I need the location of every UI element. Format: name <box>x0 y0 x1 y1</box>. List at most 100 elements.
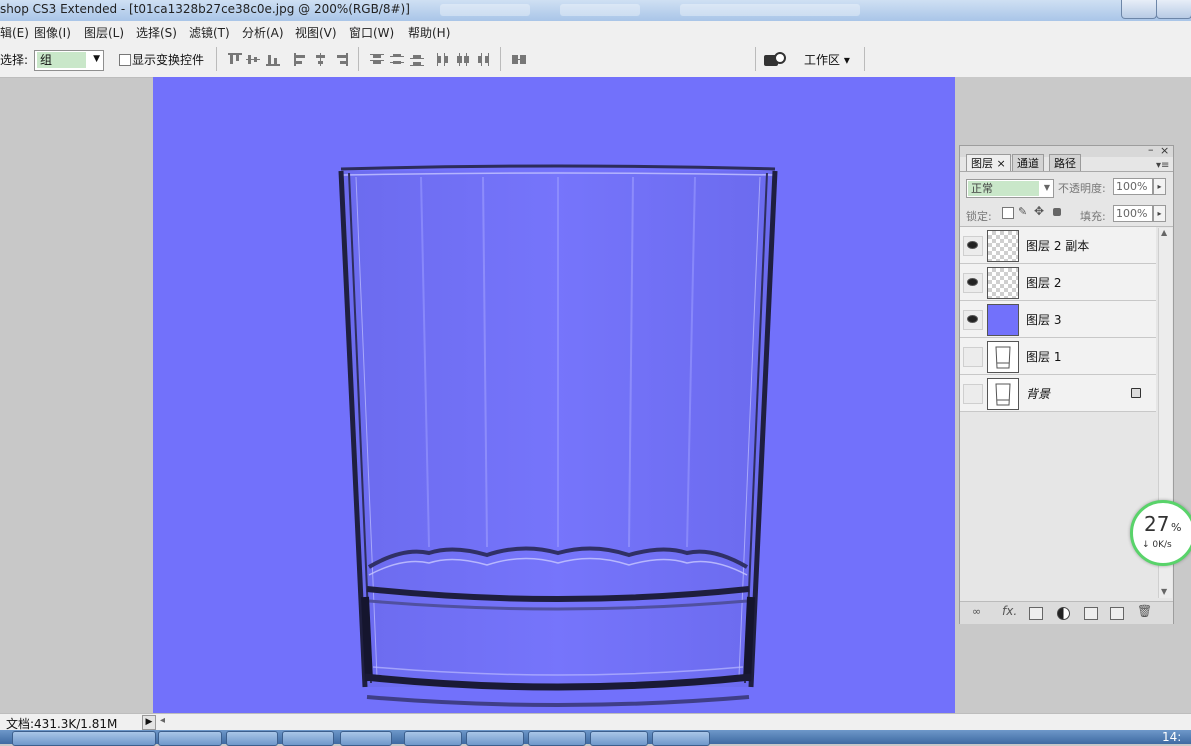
show-transform-checkbox[interactable] <box>119 54 131 66</box>
status-bar: 文档:431.3K/1.81M ▶ ◂ <box>0 713 1191 731</box>
layer-name: 图层 2 副本 <box>1026 239 1090 253</box>
speed-rate: ↓ 0K/s <box>1142 540 1172 550</box>
lock-transparency-icon[interactable] <box>1002 207 1014 219</box>
distribute-hcenter-icon[interactable] <box>456 53 470 66</box>
scroll-up-icon[interactable]: ▲ <box>1161 228 1167 237</box>
layer-name: 图层 2 <box>1026 276 1062 290</box>
status-menu-arrow-icon[interactable]: ▶ <box>142 715 156 730</box>
select-label: 选择: <box>0 53 29 67</box>
layer-thumbnail <box>987 378 1019 410</box>
layer-thumbnail <box>987 267 1019 299</box>
eye-icon[interactable] <box>963 236 983 256</box>
layer-row-layer2[interactable]: 图层 2 <box>960 264 1156 301</box>
taskbar-clock: 14: <box>1162 730 1182 744</box>
blurred-region <box>680 4 860 16</box>
document-canvas[interactable] <box>153 77 955 713</box>
menu-window[interactable]: 窗口(W) <box>349 24 394 41</box>
opacity-slider-arrow[interactable]: ▸ <box>1153 178 1166 195</box>
align-bottom-icon[interactable] <box>266 53 280 66</box>
layer-thumbnail <box>987 341 1019 373</box>
adjustment-layer-icon[interactable] <box>1057 607 1070 620</box>
distribute-vcenter-icon[interactable] <box>390 53 404 66</box>
layer-row-layer1[interactable]: 图层 1 <box>960 338 1156 375</box>
fill-slider-arrow[interactable]: ▸ <box>1153 205 1166 222</box>
scroll-down-icon[interactable]: ▼ <box>1161 587 1167 596</box>
menu-bar: 辑(E) 图像(I) 图层(L) 选择(S) 滤镜(T) 分析(A) 视图(V)… <box>0 21 1191 42</box>
menu-select[interactable]: 选择(S) <box>136 24 177 41</box>
layer-row-layer3[interactable]: 图层 3 <box>960 301 1156 338</box>
panel-close-icon[interactable]: × <box>1160 144 1169 157</box>
distribute-left-icon[interactable] <box>436 53 450 66</box>
panel-menu-icon[interactable]: ▾≡ <box>1156 160 1169 171</box>
align-vcenter-icon[interactable] <box>246 53 260 66</box>
menu-edit[interactable]: 辑(E) <box>0 24 29 41</box>
chevron-down-icon: ▼ <box>1043 183 1050 192</box>
fill-input[interactable]: 100% <box>1113 205 1153 222</box>
layer-style-icon[interactable]: fx. <box>1002 604 1017 618</box>
layer-thumbnail <box>987 304 1019 336</box>
fill-label: 填充: <box>1080 210 1106 223</box>
layers-panel-footer: ∞ fx. 🗑 <box>960 601 1173 624</box>
menu-view[interactable]: 视图(V) <box>295 24 337 41</box>
layer-row-layer2-copy[interactable]: 图层 2 副本 <box>960 227 1156 264</box>
separator <box>500 47 501 71</box>
auto-select-dropdown[interactable]: 组 ▼ <box>34 50 104 71</box>
network-speed-widget[interactable]: 27 % ↓ 0K/s <box>1130 500 1191 566</box>
link-layers-icon[interactable]: ∞ <box>972 605 981 618</box>
separator <box>864 47 865 71</box>
lock-icon <box>1131 388 1141 398</box>
tab-paths[interactable]: 路径 <box>1049 154 1081 172</box>
blend-mode-dropdown[interactable]: 正常 ▼ <box>966 179 1054 198</box>
restore-button[interactable] <box>1156 0 1191 19</box>
menu-filter[interactable]: 滤镜(T) <box>189 24 230 41</box>
eye-icon[interactable] <box>963 347 983 367</box>
tab-channels[interactable]: 通道 <box>1012 154 1044 172</box>
options-bar: 选择: 组 ▼ 显示变换控件 工作区 ▾ <box>0 41 1191 78</box>
scroll-left-icon[interactable]: ◂ <box>160 715 165 726</box>
lock-label: 锁定: <box>966 210 992 223</box>
distribute-top-icon[interactable] <box>370 53 384 66</box>
glass-thumb-icon <box>995 383 1011 406</box>
new-layer-icon[interactable] <box>1110 607 1124 620</box>
align-left-icon[interactable] <box>294 53 308 66</box>
minimize-button[interactable] <box>1121 0 1157 19</box>
bridge-icon[interactable] <box>764 52 786 67</box>
trash-icon[interactable]: 🗑 <box>1137 604 1152 618</box>
title-bar: shop CS3 Extended - [t01ca1328b27ce38c0e… <box>0 0 1191 22</box>
blurred-region <box>560 4 640 16</box>
auto-align-icon[interactable] <box>512 53 526 66</box>
menu-help[interactable]: 帮助(H) <box>408 24 450 41</box>
add-mask-icon[interactable] <box>1029 607 1043 620</box>
eye-icon[interactable] <box>963 310 983 330</box>
glass-image <box>338 164 778 707</box>
taskbar: 14: <box>0 730 1191 746</box>
layer-name: 图层 1 <box>1026 350 1062 364</box>
separator <box>755 47 756 71</box>
new-group-icon[interactable] <box>1084 607 1098 620</box>
distribute-right-icon[interactable] <box>476 53 490 66</box>
align-hcenter-icon[interactable] <box>314 53 328 66</box>
menu-image[interactable]: 图像(I) <box>34 24 71 41</box>
tab-divider <box>960 171 1173 172</box>
align-right-icon[interactable] <box>334 53 348 66</box>
glass-thumb-icon <box>995 346 1011 369</box>
panel-minimize-icon[interactable]: – <box>1148 143 1154 156</box>
lock-brush-icon[interactable]: ✎ <box>1018 205 1027 218</box>
menu-layer[interactable]: 图层(L) <box>84 24 124 41</box>
opacity-label: 不透明度: <box>1058 182 1106 195</box>
lock-all-icon[interactable] <box>1053 208 1061 216</box>
window-title: shop CS3 Extended - [t01ca1328b27ce38c0e… <box>0 2 410 16</box>
eye-icon[interactable] <box>963 384 983 404</box>
align-top-icon[interactable] <box>228 53 242 66</box>
workspace-menu[interactable]: 工作区 ▾ <box>804 51 850 68</box>
opacity-input[interactable]: 100% <box>1113 178 1153 195</box>
eye-icon[interactable] <box>963 273 983 293</box>
tab-layers[interactable]: 图层 × <box>966 154 1011 172</box>
menu-analysis[interactable]: 分析(A) <box>242 24 284 41</box>
auto-select-value: 组 <box>37 52 86 68</box>
lock-move-icon[interactable]: ✥ <box>1034 204 1044 218</box>
layer-row-background[interactable]: 背景 <box>960 375 1156 412</box>
distribute-bottom-icon[interactable] <box>410 53 424 66</box>
layer-name: 背景 <box>1026 387 1051 401</box>
layer-name: 图层 3 <box>1026 313 1062 327</box>
